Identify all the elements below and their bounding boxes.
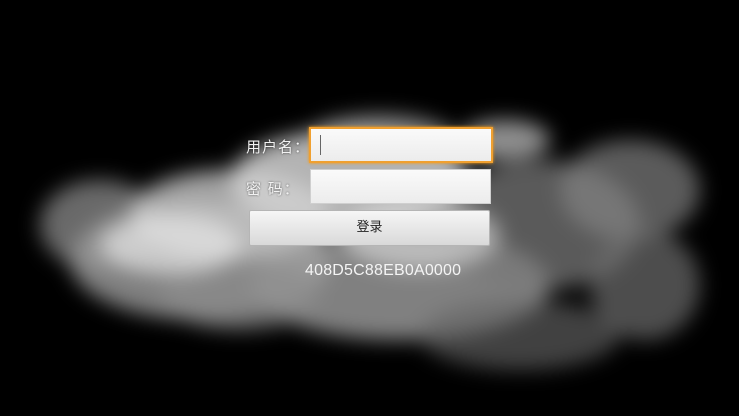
password-input[interactable] — [310, 169, 491, 204]
login-screen: 用户名： 密 码： 登录 408D5C88EB0A0000 — [0, 0, 739, 416]
device-id-text: 408D5C88EB0A0000 — [305, 262, 462, 279]
text-caret — [320, 135, 321, 155]
cloud-background — [0, 0, 739, 416]
username-label: 用户名： — [246, 138, 311, 156]
login-button[interactable]: 登录 — [249, 210, 490, 246]
username-input[interactable] — [309, 127, 493, 163]
password-label: 密 码： — [246, 180, 300, 198]
